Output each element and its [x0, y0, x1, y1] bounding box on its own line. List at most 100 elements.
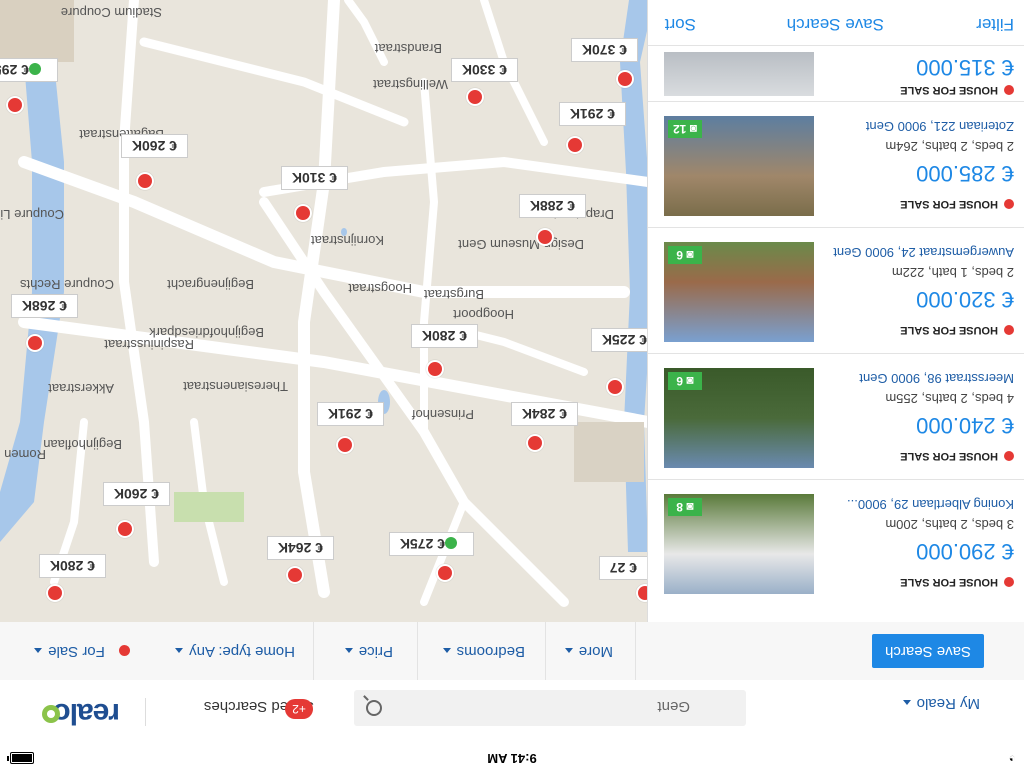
street-label: Begijnengracht [167, 277, 254, 292]
map-pin[interactable] [336, 436, 354, 454]
map-price-tag[interactable]: € 310K [280, 166, 348, 190]
filter-for-sale[interactable]: For Sale [0, 622, 146, 680]
map-price-tag[interactable]: € 291K [558, 102, 626, 126]
street-label: Hoogpoort [453, 307, 514, 322]
listing-price: € 290.000 [916, 539, 1014, 564]
saved-searches-badge: +2 [285, 699, 313, 719]
my-realo-label: My Realo [916, 695, 980, 712]
for-sale-dot-icon [1004, 84, 1014, 95]
street-label: Burgstraat [424, 287, 484, 302]
map-pin[interactable] [46, 584, 64, 602]
listing-panel: Filter Save Search Sort € 315.000 HOUSE … [647, 0, 1024, 622]
listing-card[interactable]: ◙ 8 Koning Albertlaan 29, 9000... 3 beds… [648, 479, 1024, 606]
listing-address[interactable]: Zoteriaan 221, 9000 Gent [824, 119, 1014, 134]
map-pin[interactable] [606, 378, 624, 396]
caret-down-icon [902, 700, 911, 706]
caret-down-icon [34, 648, 43, 654]
map-pin[interactable] [526, 434, 544, 452]
filter-bar: For Sale Home type: Any Price Bedrooms M… [0, 621, 1024, 680]
my-realo-menu[interactable]: My Realo [902, 695, 980, 712]
map-pin[interactable] [6, 96, 24, 114]
map-pin[interactable] [616, 70, 634, 88]
for-sale-dot-icon [1004, 450, 1014, 461]
caret-down-icon [344, 648, 353, 654]
for-sale-dot-icon [119, 645, 130, 657]
map-price-tag[interactable]: € 295K [0, 58, 58, 82]
street-label: Stadium Coupure [60, 5, 162, 20]
listing-type: HOUSE FOR SALE [824, 450, 1014, 462]
map-pin[interactable] [536, 228, 554, 246]
save-search-link[interactable]: Save Search [787, 14, 884, 34]
listing-type: HOUSE FOR SALE [824, 198, 1014, 210]
map-price-tag[interactable]: € 264K [266, 536, 334, 560]
listing-address[interactable]: Koning Albertlaan 29, 9000... [824, 497, 1014, 512]
street-label: Hoogstraat [348, 281, 412, 296]
check-icon [29, 62, 41, 75]
for-sale-dot-icon [1004, 198, 1014, 209]
map-pin[interactable] [466, 88, 484, 106]
map-pin[interactable] [436, 564, 454, 582]
map-price-tag[interactable]: € 27 [598, 556, 648, 580]
listing-card[interactable]: € 315.000 HOUSE FOR SALE [648, 45, 1024, 102]
map-pin[interactable] [294, 204, 312, 222]
battery-icon [10, 752, 34, 764]
map-pin[interactable] [116, 520, 134, 538]
for-sale-dot-icon [1004, 324, 1014, 335]
listing-meta: 3 beds, 2 baths, 200m [885, 517, 1014, 532]
price-label: Price [358, 643, 393, 660]
listing-price: € 315.000 [916, 55, 1014, 80]
listing-card[interactable]: ◙ 6 Meersstraat 98, 9000 Gent 4 beds, 2 … [648, 353, 1024, 480]
street-label: Brandstraat [374, 41, 442, 56]
search-box[interactable] [354, 688, 746, 726]
for-sale-dot-icon [1004, 576, 1014, 587]
street-label: Begijnhoflaan [43, 437, 122, 452]
status-time: 9:41 AM [487, 751, 537, 766]
map-price-tag[interactable]: € 288K [518, 194, 586, 218]
map-price-tag[interactable]: € 330K [450, 58, 518, 82]
logo-dot-icon [42, 705, 60, 723]
filter-link[interactable]: Filter [976, 14, 1014, 34]
listing-card[interactable]: ◙ 6 Auwergemstraat 24, 9000 Gent 2 beds,… [648, 227, 1024, 354]
listing-type: HOUSE FOR SALE [824, 576, 1014, 588]
map-price-tag[interactable]: € 370K [570, 38, 638, 62]
more-label: More [578, 643, 613, 660]
street-label: Coupure Links [0, 207, 64, 222]
map-pin[interactable] [426, 360, 444, 378]
listing-meta: 2 beds, 1 bath, 222m [891, 265, 1014, 280]
caret-down-icon [175, 648, 184, 654]
for-sale-label: For Sale [48, 643, 105, 660]
map-pin[interactable] [136, 172, 154, 190]
filter-price[interactable]: Price [313, 622, 418, 680]
listing-type: HOUSE FOR SALE [824, 324, 1014, 336]
listing-address[interactable]: Meersstraat 98, 9000 Gent [824, 371, 1014, 386]
map-price-tag[interactable]: € 260K [102, 482, 170, 506]
map-pin[interactable] [566, 136, 584, 154]
map-price-tag[interactable]: € 275K [388, 532, 474, 556]
realo-logo[interactable]: realo [40, 697, 120, 730]
map-price-tag[interactable]: € 291K [316, 402, 384, 426]
street-label: Design Museum Gent [458, 237, 584, 252]
filter-bedrooms[interactable]: Bedrooms [417, 622, 546, 680]
photo-count-badge: ◙ 8 [668, 498, 702, 516]
map-price-tag[interactable]: € 284K [510, 402, 578, 426]
search-input[interactable] [388, 688, 692, 726]
save-search-button[interactable]: Save Search [872, 634, 984, 668]
listing-photo: ◙ 8 [664, 494, 814, 594]
listing-photo [664, 52, 814, 96]
filter-home-type[interactable]: Home type: Any [145, 622, 314, 680]
caret-down-icon [564, 648, 573, 654]
listing-card[interactable]: ◙ 12 Zoteriaan 221, 9000 Gent 2 beds, 2 … [648, 101, 1024, 228]
caret-down-icon [442, 648, 451, 654]
map-price-tag[interactable]: € 280K [38, 554, 106, 578]
bedrooms-label: Bedrooms [456, 643, 525, 660]
filter-more[interactable]: More [545, 622, 636, 680]
listing-price: € 240.000 [916, 413, 1014, 438]
sort-link[interactable]: Sort [665, 14, 696, 34]
listing-address[interactable]: Auwergemstraat 24, 9000 Gent [824, 245, 1014, 260]
map-price-tag[interactable]: € 268K [10, 294, 78, 318]
map-price-tag[interactable]: € 280K [410, 324, 478, 348]
map-pin[interactable] [286, 566, 304, 584]
listing-type: HOUSE FOR SALE [824, 84, 1014, 96]
map-price-tag[interactable]: € 260K [120, 134, 188, 158]
map-pin[interactable] [26, 334, 44, 352]
